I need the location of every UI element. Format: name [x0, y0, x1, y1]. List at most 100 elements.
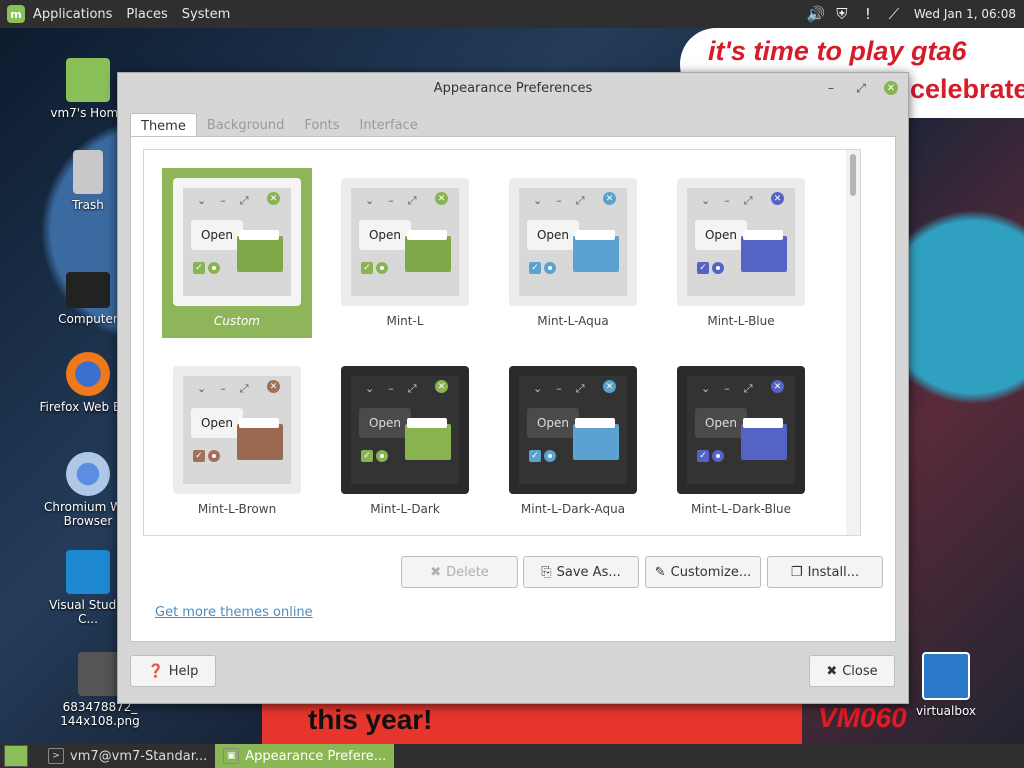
- thumbnail-control-icon: ⤢: [575, 382, 585, 395]
- thumbnail-control-icon: ⌄: [701, 382, 711, 395]
- volume-icon[interactable]: 🔊: [806, 4, 826, 24]
- thumbnail-control-icon: ⌄: [533, 382, 543, 395]
- thumbnail-close-icon: ✕: [603, 380, 616, 393]
- applications-menu[interactable]: m Applications: [0, 0, 119, 28]
- help-icon: ❓: [147, 663, 164, 679]
- customize-button[interactable]: ✎ Customize...: [645, 556, 761, 588]
- thumbnail-window: ⌄ – ⤢ ✕ Open ✓: [687, 188, 795, 296]
- thumbnail-close-icon: ✕: [603, 192, 616, 205]
- applications-menu-label: Applications: [33, 6, 113, 22]
- theme-name: Mint-L-Aqua: [537, 314, 609, 328]
- thumbnail-close-icon: ✕: [435, 192, 448, 205]
- theme-item[interactable]: ⌄ – ⤢ ✕ Open ✓ Mint-L-Brown: [162, 356, 312, 526]
- close-icon: ✖: [826, 663, 838, 679]
- thumbnail-window-controls: ⌄ – ⤢: [533, 194, 585, 208]
- firefox-icon: [66, 352, 110, 396]
- thumbnail-control-icon: ⤢: [743, 194, 753, 207]
- thumbnail-control-icon: –: [556, 194, 562, 207]
- desktop-icon-virtualbox[interactable]: virtualbox: [896, 652, 996, 718]
- thumbnail-control-icon: –: [220, 194, 226, 207]
- get-more-themes-link[interactable]: Get more themes online: [155, 605, 313, 620]
- theme-grid-scrollbar[interactable]: [846, 150, 860, 535]
- scrollbar-thumb[interactable]: [850, 154, 856, 196]
- radio-icon: [712, 262, 724, 274]
- help-button[interactable]: ❓ Help: [130, 655, 216, 687]
- thumbnail-control-icon: ⤢: [239, 382, 249, 395]
- thumbnail-open-button: Open: [191, 220, 243, 250]
- close-button[interactable]: ✖ Close: [809, 655, 895, 687]
- close-window-icon[interactable]: ✕: [884, 81, 898, 95]
- desktop-icon-label: virtualbox: [915, 704, 977, 718]
- maximize-icon[interactable]: ⤢: [852, 79, 870, 97]
- window-titlebar[interactable]: Appearance Preferences – ⤢ ✕: [118, 73, 908, 103]
- thumbnail-control-icon: –: [388, 382, 394, 395]
- thumbnail-control-icon: ⤢: [743, 382, 753, 395]
- appearance-preferences-window: Appearance Preferences – ⤢ ✕ Theme Backg…: [117, 72, 909, 704]
- thumbnail-close-icon: ✕: [771, 380, 784, 393]
- thumbnail-close-icon: ✕: [267, 192, 280, 205]
- thumbnail-window: ⌄ – ⤢ ✕ Open ✓: [351, 376, 459, 484]
- clock[interactable]: Wed Jan 1, 06:08: [914, 7, 1016, 21]
- theme-name: Mint-L-Dark-Aqua: [520, 502, 626, 516]
- network-icon[interactable]: ⟋: [884, 4, 904, 24]
- wallpaper-vm-text: VM060: [818, 702, 907, 733]
- checkbox-icon: ✓: [697, 450, 709, 462]
- thumbnail-open-button: Open: [191, 408, 243, 438]
- theme-grid: ⌄ – ⤢ ✕ Open ✓ Custom ⌄ – ⤢ ✕ Open ✓ Mint-L ⌄ – ⤢ ✕ Open ✓ M…: [143, 149, 861, 536]
- show-desktop-button[interactable]: [4, 745, 28, 767]
- minimize-icon[interactable]: –: [822, 79, 840, 97]
- vscode-icon: [66, 550, 110, 594]
- thumbnail-open-button: Open: [527, 408, 579, 438]
- theme-thumbnail: ⌄ – ⤢ ✕ Open ✓: [677, 178, 805, 306]
- thumbnail-open-button: Open: [695, 408, 747, 438]
- theme-thumbnail: ⌄ – ⤢ ✕ Open ✓: [509, 178, 637, 306]
- wallpaper-banner-text: this year!: [308, 704, 433, 735]
- home-folder-icon: [66, 58, 110, 102]
- theme-thumbnail: ⌄ – ⤢ ✕ Open ✓: [341, 366, 469, 494]
- theme-item[interactable]: ⌄ – ⤢ ✕ Open ✓ Custom: [162, 168, 312, 338]
- thumbnail-window: ⌄ – ⤢ ✕ Open ✓: [519, 188, 627, 296]
- theme-item[interactable]: ⌄ – ⤢ ✕ Open ✓ Mint-L-Dark-Aqua: [498, 356, 648, 526]
- places-menu[interactable]: Places: [119, 0, 174, 28]
- thumbnail-control-icon: ⌄: [365, 194, 375, 207]
- theme-item[interactable]: ⌄ – ⤢ ✕ Open ✓ Mint-L-Blue: [666, 168, 816, 338]
- thumbnail-control-icon: ⌄: [701, 194, 711, 207]
- checkbox-icon: ✓: [361, 450, 373, 462]
- folder-icon: [237, 418, 283, 460]
- checkbox-icon: ✓: [193, 450, 205, 462]
- computer-icon: [66, 272, 110, 308]
- thumbnail-window: ⌄ – ⤢ ✕ Open ✓: [519, 376, 627, 484]
- folder-icon: [741, 230, 787, 272]
- save-as-button-label: Save As...: [556, 564, 621, 580]
- thumbnail-window-controls: ⌄ – ⤢: [197, 194, 249, 208]
- window-title: Appearance Preferences: [433, 80, 593, 96]
- taskbar-item-terminal[interactable]: > vm7@vm7-Standar...: [40, 744, 215, 768]
- theme-pane: ⌄ – ⤢ ✕ Open ✓ Custom ⌄ – ⤢ ✕ Open ✓ Mint-L ⌄ – ⤢ ✕ Open ✓ M…: [130, 136, 896, 642]
- save-as-button[interactable]: ⎘ Save As...: [523, 556, 639, 588]
- taskbar-item-appearance[interactable]: ▣ Appearance Prefere...: [215, 744, 395, 768]
- delete-button[interactable]: ✖ Delete: [401, 556, 518, 588]
- checkbox-icon: ✓: [697, 262, 709, 274]
- notification-icon[interactable]: !: [858, 4, 878, 24]
- theme-thumbnail: ⌄ – ⤢ ✕ Open ✓: [341, 178, 469, 306]
- wallpaper-text: it's time to play gta6: [708, 36, 967, 66]
- system-menu[interactable]: System: [175, 0, 237, 28]
- thumbnail-control-icon: ⤢: [407, 382, 417, 395]
- desktop-icon-label: 683478872_ 144x108.png: [60, 700, 140, 728]
- thumbnail-open-button: Open: [359, 408, 411, 438]
- thumbnail-window: ⌄ – ⤢ ✕ Open ✓: [351, 188, 459, 296]
- theme-item[interactable]: ⌄ – ⤢ ✕ Open ✓ Mint-L-Dark: [330, 356, 480, 526]
- thumbnail-control-icon: ⤢: [575, 194, 585, 207]
- radio-icon: [376, 262, 388, 274]
- folder-icon: [573, 418, 619, 460]
- theme-item[interactable]: ⌄ – ⤢ ✕ Open ✓ Mint-L-Aqua: [498, 168, 648, 338]
- thumbnail-control-icon: ⌄: [533, 194, 543, 207]
- theme-item[interactable]: ⌄ – ⤢ ✕ Open ✓ Mint-L: [330, 168, 480, 338]
- folder-icon: [405, 230, 451, 272]
- install-button[interactable]: ❐ Install...: [767, 556, 883, 588]
- system-tray: 🔊 ⛨ ! ⟋ Wed Jan 1, 06:08: [806, 0, 1024, 28]
- thumbnail-window: ⌄ – ⤢ ✕ Open ✓: [183, 376, 291, 484]
- shield-icon[interactable]: ⛨: [832, 4, 852, 24]
- trash-icon: [73, 150, 103, 194]
- theme-item[interactable]: ⌄ – ⤢ ✕ Open ✓ Mint-L-Dark-Blue: [666, 356, 816, 526]
